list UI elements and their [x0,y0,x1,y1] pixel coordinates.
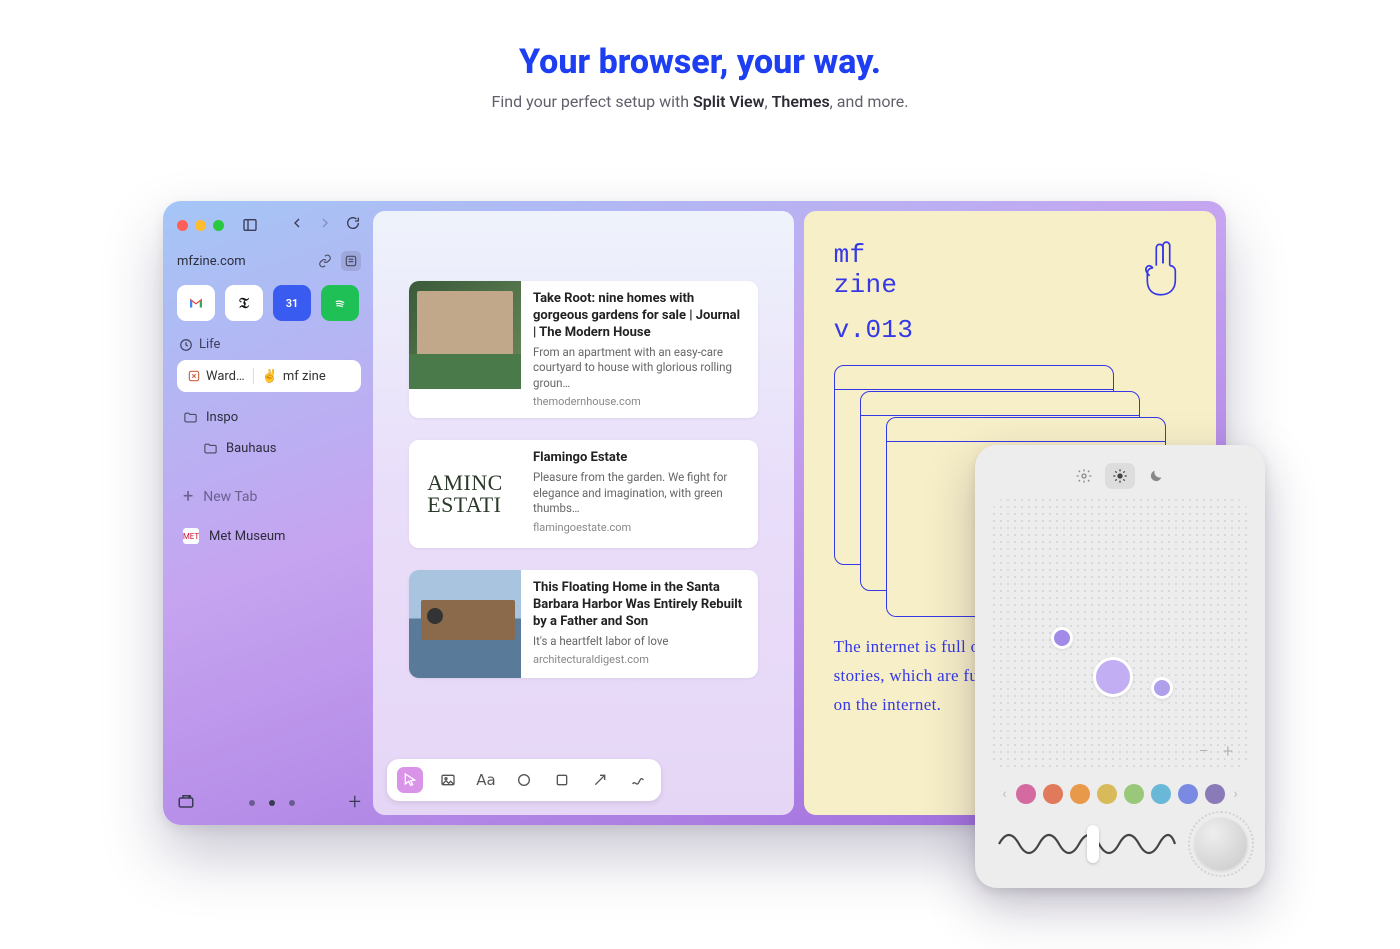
back-button[interactable] [289,215,305,235]
card-desc: Pleasure from the garden. We fight for e… [533,470,746,517]
close-icon[interactable] [177,220,188,231]
folder-bauhaus[interactable]: Bauhaus [177,433,361,464]
library-button[interactable] [177,792,195,814]
split-tab-active[interactable]: Ward… ✌ mf zine [177,360,361,392]
color-node[interactable] [1093,657,1133,697]
tool-square[interactable] [549,767,575,793]
space-label[interactable]: Life [177,337,361,352]
swatch[interactable] [1151,784,1171,804]
sidebar: mfzine.com 𝔗 31 Life Ward… ✌ [163,201,373,825]
add-color-button[interactable]: + [1223,741,1233,762]
sidebar-toggle-icon[interactable] [239,216,261,234]
new-tab-button[interactable]: + New Tab [177,478,361,516]
tab-met-museum[interactable]: MET Met Museum [177,520,361,552]
minimize-icon[interactable] [195,220,206,231]
reload-button[interactable] [345,215,361,235]
swatch[interactable] [1124,784,1144,804]
mode-auto[interactable] [1069,463,1099,489]
tool-pointer[interactable] [397,767,423,793]
forward-button[interactable] [317,215,333,235]
color-node[interactable] [1051,627,1073,649]
card-thumb-icon: AMINC ESTATI [409,440,521,548]
site-settings-icon[interactable] [341,251,361,271]
swatch[interactable] [1097,784,1117,804]
card-domain: themodernhouse.com [533,395,746,408]
intensity-slider[interactable] [993,823,1181,865]
url-bar[interactable]: mfzine.com [177,249,361,273]
remove-color-button[interactable]: − [1199,741,1209,762]
tool-draw[interactable] [625,767,651,793]
easel-card[interactable]: Take Root: nine homes with gorgeous gard… [409,281,758,418]
tool-circle[interactable] [511,767,537,793]
card-thumb-icon [409,570,521,678]
swatch[interactable] [1016,784,1036,804]
maximize-icon[interactable] [213,220,224,231]
swatch[interactable] [1070,784,1090,804]
noise-dial[interactable] [1195,818,1247,870]
card-title: This Floating Home in the Santa Barbara … [533,580,746,631]
swatch[interactable] [1205,784,1225,804]
new-space-button[interactable]: + [349,790,361,815]
pinned-spotify[interactable] [321,285,359,321]
tool-text[interactable]: Aa [473,767,499,793]
card-desc: It's a heartfelt labor of love [533,634,746,650]
theme-picker[interactable]: − + ‹ › [975,445,1265,888]
peace-icon [1140,241,1186,297]
card-desc: From an apartment with an easy-care cour… [533,345,746,392]
mfzine-title: mfzine [834,241,914,301]
card-thumb-icon [409,281,521,389]
tool-arrow[interactable] [587,767,613,793]
mode-light[interactable] [1105,463,1135,489]
theme-preview[interactable]: − + [993,499,1247,772]
folder-inspo[interactable]: Inspo [177,402,361,433]
traffic-lights[interactable] [177,220,224,231]
link-icon[interactable] [315,251,335,271]
easel-card[interactable]: AMINC ESTATI Flamingo Estate Pleasure fr… [409,440,758,548]
swatch-next[interactable]: › [1232,786,1240,802]
mfzine-version: v.013 [834,315,914,345]
hero-title: Your browser, your way. [0,42,1400,82]
swatch[interactable] [1178,784,1198,804]
slider-thumb[interactable] [1087,825,1099,863]
pinned-gmail[interactable] [177,285,215,321]
card-domain: flamingoestate.com [533,521,746,534]
pinned-calendar[interactable]: 31 [273,285,311,321]
easel-card[interactable]: This Floating Home in the Santa Barbara … [409,570,758,678]
url-text[interactable]: mfzine.com [177,254,309,269]
card-title: Take Root: nine homes with gorgeous gard… [533,291,746,342]
swatch-row: ‹ › [993,784,1247,804]
easel-toolbar: Aa [387,759,661,801]
color-node[interactable] [1151,677,1173,699]
card-title: Flamingo Estate [533,450,746,467]
pane-easel[interactable]: Take Root: nine homes with gorgeous gard… [373,211,794,815]
hero-subtitle: Find your perfect setup with Split View,… [0,92,1400,111]
card-domain: architecturaldigest.com [533,653,746,666]
space-dots[interactable] [249,800,295,806]
swatch-prev[interactable]: ‹ [1000,786,1008,802]
pinned-apps: 𝔗 31 [177,285,361,321]
swatch[interactable] [1043,784,1063,804]
favicon-met: MET [183,528,199,544]
mode-dark[interactable] [1141,463,1171,489]
pinned-nyt[interactable]: 𝔗 [225,285,263,321]
tool-image[interactable] [435,767,461,793]
